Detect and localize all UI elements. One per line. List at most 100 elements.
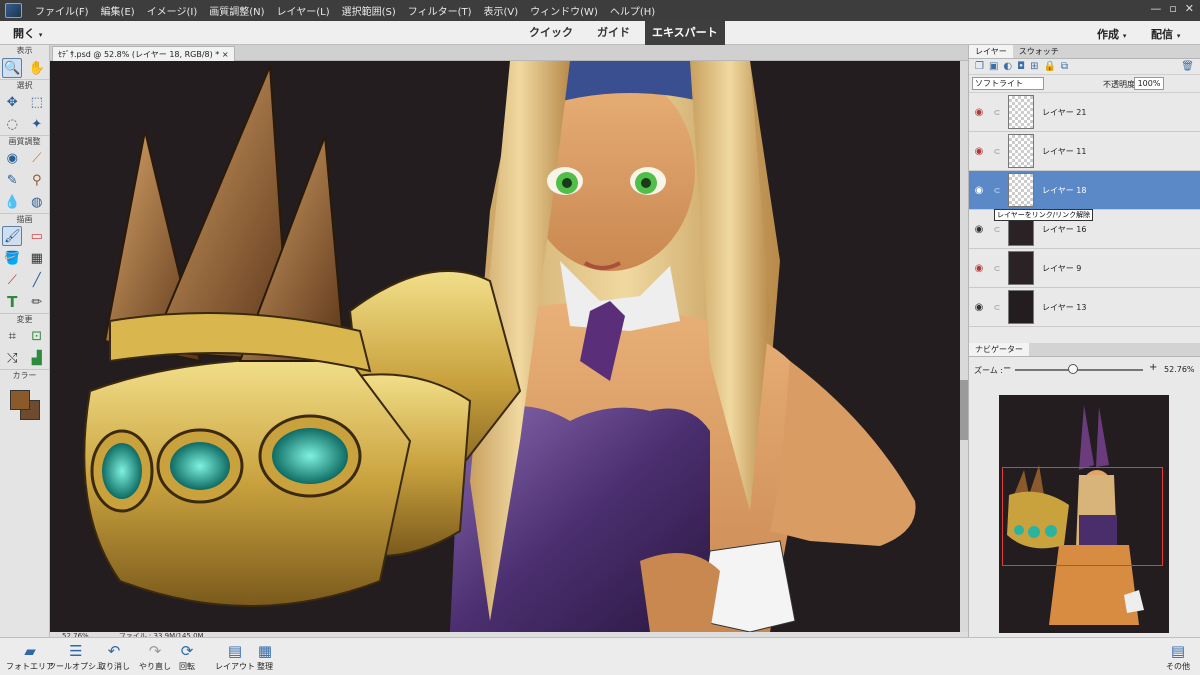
- right-panel: レイヤー スウォッチ ❐ ▣ ◐ ◘ ⊞ 🔒 ⧉ 🗑 ソフトライト 不透明度 :…: [968, 45, 1200, 637]
- marquee-tool-icon[interactable]: ⬚: [27, 92, 47, 112]
- tool-options-button[interactable]: ☰ ツールオプシ...: [48, 642, 104, 672]
- new-layer-icon[interactable]: ❐: [975, 61, 984, 72]
- redo-button[interactable]: ↷ やり直し: [139, 642, 171, 672]
- rotate-button[interactable]: ⟳ 回転: [179, 642, 195, 672]
- menu-window[interactable]: ウィンドウ(W): [524, 3, 604, 18]
- straighten-tool-icon[interactable]: ▟: [27, 348, 47, 368]
- menu-layer[interactable]: レイヤー(L): [271, 3, 336, 18]
- zoom-tool-icon[interactable]: 🔍: [2, 58, 23, 78]
- new-group-icon[interactable]: ▣: [989, 61, 998, 72]
- navigator-preview[interactable]: [999, 395, 1169, 633]
- eyedropper-icon[interactable]: ⟋: [2, 270, 22, 290]
- red-eye-tool-icon[interactable]: ◉: [2, 148, 22, 168]
- sponge-tool-icon[interactable]: ◍: [27, 192, 47, 212]
- menu-help[interactable]: ヘルプ(H): [604, 3, 661, 18]
- layer-row[interactable]: ◉ ⊂ レイヤー 9: [969, 249, 1200, 288]
- link-icon[interactable]: ⊂: [990, 303, 1004, 312]
- eraser-tool-icon[interactable]: ▭: [27, 226, 47, 246]
- layer-name: レイヤー 11: [1042, 146, 1087, 156]
- layer-row[interactable]: ◉ ⊂ レイヤー 13: [969, 288, 1200, 327]
- tab-expert[interactable]: エキスパート: [645, 21, 725, 45]
- line-tool-icon[interactable]: ╱: [27, 270, 47, 290]
- lock-icon[interactable]: 🔒: [1043, 61, 1055, 72]
- image-canvas[interactable]: [50, 61, 960, 632]
- layer-row-selected[interactable]: ◉ ⊂ レイヤー 18: [969, 171, 1200, 210]
- navigator-view-box[interactable]: [1002, 467, 1163, 566]
- link-icon[interactable]: ⊂: [990, 147, 1004, 156]
- tab-layers[interactable]: レイヤー: [969, 45, 1013, 58]
- type-tool-icon[interactable]: T: [2, 292, 22, 312]
- brush-tool-icon[interactable]: 🖌: [2, 226, 23, 246]
- recompose-tool-icon[interactable]: ⊡: [27, 326, 47, 346]
- create-button[interactable]: 作成 ▾: [1097, 26, 1126, 42]
- layout-button[interactable]: ▤ レイアウト: [215, 642, 255, 672]
- rotate-icon: ⟳: [180, 642, 194, 660]
- share-button[interactable]: 配信 ▾: [1151, 26, 1180, 42]
- hand-tool-icon[interactable]: ✋: [27, 58, 47, 78]
- undo-icon: ↶: [107, 642, 121, 660]
- layer-mask-icon[interactable]: ◘: [1017, 61, 1025, 72]
- undo-button[interactable]: ↶ 取り消し: [98, 642, 130, 672]
- organize-button[interactable]: ▦ 整理: [257, 642, 273, 672]
- minimize-button[interactable]: —: [1150, 2, 1161, 15]
- menu-enhance[interactable]: 画質調整(N): [203, 3, 270, 18]
- link-icon[interactable]: ⊂: [990, 108, 1004, 117]
- adjustment-layer-icon[interactable]: ◐: [1003, 61, 1012, 72]
- link-icon[interactable]: ⊂: [990, 264, 1004, 273]
- blur-tool-icon[interactable]: 💧: [2, 192, 22, 212]
- lasso-tool-icon[interactable]: ◌: [2, 114, 22, 134]
- eye-icon[interactable]: ◉: [972, 185, 986, 196]
- visibility-off-icon[interactable]: ◉: [972, 263, 986, 274]
- tab-swatches[interactable]: スウォッチ: [1013, 45, 1065, 58]
- zoom-in-icon[interactable]: +: [1149, 362, 1157, 373]
- tab-quick[interactable]: クイック: [522, 21, 580, 45]
- document-tab[interactable]: ｾﾃﾞｻ.psd @ 52.8% (レイヤー 18, RGB/8) * ×: [52, 46, 235, 61]
- link-icon[interactable]: ⊂: [990, 186, 1004, 195]
- zoom-slider-knob[interactable]: [1068, 364, 1078, 374]
- move-tool-icon[interactable]: ✥: [2, 92, 22, 112]
- menu-image[interactable]: イメージ(I): [141, 3, 204, 18]
- link-icon[interactable]: ⊂: [990, 225, 1004, 234]
- menu-view[interactable]: 表示(V): [478, 3, 525, 18]
- tab-guided[interactable]: ガイド: [590, 21, 637, 45]
- menu-file[interactable]: ファイル(F): [29, 3, 95, 18]
- link-layers-icon[interactable]: ⧉: [1061, 61, 1068, 72]
- zoom-slider[interactable]: [1015, 369, 1143, 371]
- layer-row[interactable]: ◉ ⊂ レイヤー 21: [969, 93, 1200, 132]
- menu-filter[interactable]: フィルター(T): [402, 3, 478, 18]
- foreground-color-swatch[interactable]: [10, 390, 30, 410]
- visibility-off-icon[interactable]: ◉: [972, 107, 986, 118]
- vertical-scroll-thumb[interactable]: [960, 380, 968, 440]
- content-aware-move-icon[interactable]: ⤭: [2, 348, 22, 368]
- photo-bin-button[interactable]: ▰ フォトエリア: [6, 642, 54, 672]
- open-button[interactable]: 開く ▾: [13, 25, 42, 41]
- layer-name: レイヤー 18: [1042, 185, 1087, 195]
- visibility-off-icon[interactable]: ◉: [972, 146, 986, 157]
- menu-select[interactable]: 選択範囲(S): [336, 3, 402, 18]
- clone-stamp-icon[interactable]: ⚲: [27, 170, 47, 190]
- crop-tool-icon[interactable]: ⌗: [2, 326, 22, 346]
- menu-edit[interactable]: 編集(E): [95, 3, 141, 18]
- color-swatches[interactable]: [10, 390, 42, 422]
- smart-brush-icon[interactable]: ✎: [2, 170, 22, 190]
- vertical-scrollbar[interactable]: [960, 61, 968, 632]
- pencil-tool-icon[interactable]: ✏: [27, 292, 47, 312]
- eye-icon[interactable]: ◉: [972, 302, 986, 313]
- maximize-button[interactable]: ▫: [1169, 2, 1176, 15]
- tool-section-view: 表示: [16, 46, 33, 55]
- opacity-input[interactable]: 100%: [1134, 77, 1164, 90]
- tab-navigator[interactable]: ナビゲーター: [969, 343, 1029, 356]
- delete-layer-icon[interactable]: 🗑: [1181, 61, 1194, 72]
- eye-icon[interactable]: ◉: [972, 224, 986, 235]
- close-icon[interactable]: ×: [222, 50, 229, 59]
- more-button[interactable]: ▤ その他: [1166, 642, 1190, 672]
- spot-heal-icon[interactable]: ⟋: [27, 148, 47, 168]
- lock-transparent-icon[interactable]: ⊞: [1030, 61, 1038, 72]
- zoom-out-icon[interactable]: −: [1003, 363, 1011, 374]
- paint-bucket-icon[interactable]: 🪣: [2, 248, 22, 268]
- blend-mode-select[interactable]: ソフトライト: [972, 77, 1044, 90]
- close-window-button[interactable]: ✕: [1185, 2, 1194, 15]
- layer-row[interactable]: ◉ ⊂ レイヤー 11: [969, 132, 1200, 171]
- magic-wand-icon[interactable]: ✦: [27, 114, 47, 134]
- gradient-tool-icon[interactable]: ▦: [27, 248, 47, 268]
